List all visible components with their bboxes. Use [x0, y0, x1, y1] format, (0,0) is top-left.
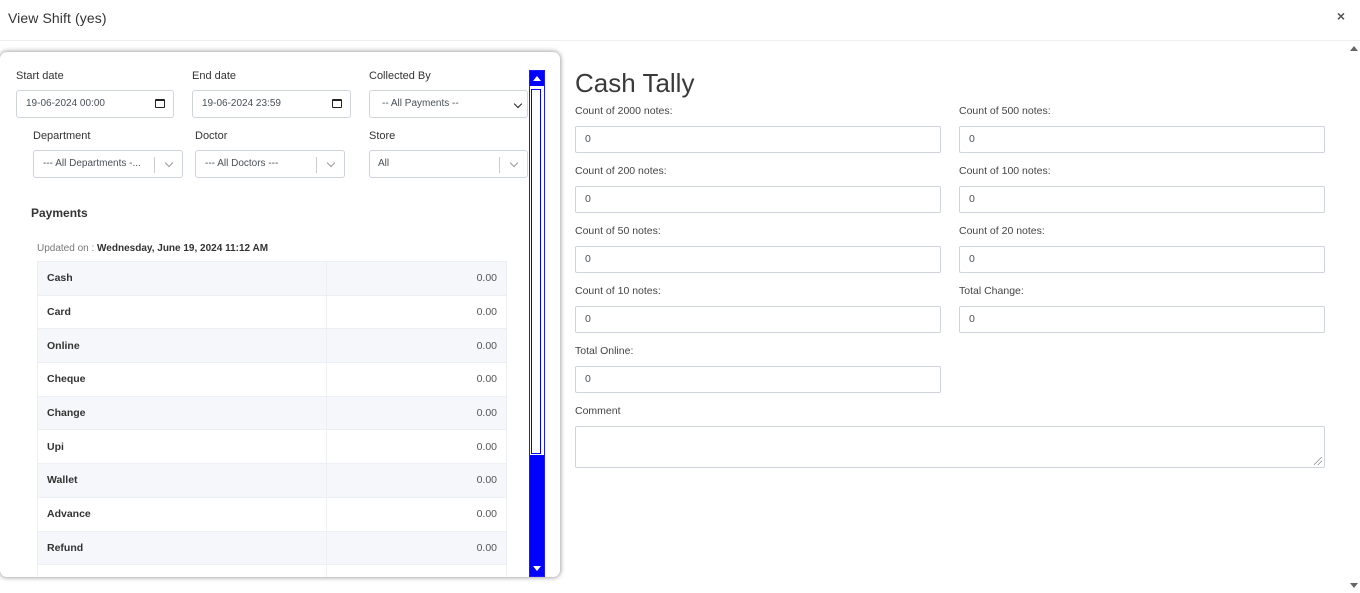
- payment-value: 0.00: [326, 328, 507, 364]
- payment-label: Advance: [37, 496, 327, 532]
- select-separator: [499, 157, 500, 173]
- payment-label: Upi: [37, 429, 327, 465]
- resize-grip-icon[interactable]: [1314, 457, 1322, 465]
- close-icon[interactable]: ×: [1334, 8, 1348, 24]
- collected-by-value: -- All Payments --: [382, 98, 459, 109]
- payment-value: 0.00: [326, 294, 507, 330]
- end-date-value: 19-06-2024 23:59: [202, 98, 281, 109]
- payment-label: Cash: [37, 261, 327, 296]
- chevron-down-icon: [326, 158, 336, 168]
- count-200-label: Count of 200 notes:: [575, 165, 667, 177]
- count-20-label: Count of 20 notes:: [959, 225, 1045, 237]
- scroll-thumb[interactable]: [530, 455, 544, 561]
- table-row: Refund 0.00: [37, 530, 507, 566]
- payment-label: Card: [37, 294, 327, 330]
- table-row: Card 0.00: [37, 294, 507, 330]
- payment-value: 0.00: [326, 261, 507, 296]
- payment-value: 0.00: [326, 496, 507, 532]
- updated-value: Wednesday, June 19, 2024 11:12 AM: [97, 243, 269, 254]
- count-100-label: Count of 100 notes:: [959, 165, 1051, 177]
- shift-filters-card: Start date 19-06-2024 00:00 End date 19-…: [0, 52, 560, 577]
- updated-on: Updated on : Wednesday, June 19, 2024 11…: [37, 243, 268, 254]
- payments-panel: Payments Updated on : Wednesday, June 19…: [16, 190, 528, 577]
- updated-prefix: Updated on :: [37, 243, 95, 254]
- count-10-input[interactable]: 0: [575, 306, 941, 333]
- payment-label: Refund: [37, 530, 327, 566]
- modal-header: View Shift (yes) ×: [0, 0, 1360, 41]
- store-value: All: [378, 158, 390, 169]
- count-500-label: Count of 500 notes:: [959, 105, 1051, 117]
- comment-label: Comment: [575, 405, 621, 417]
- triangle-down-icon: [533, 566, 541, 571]
- department-select[interactable]: --- All Departments -...: [33, 150, 183, 178]
- scroll-down-button[interactable]: [530, 561, 544, 576]
- doctor-value: --- All Doctors ---: [205, 158, 279, 169]
- count-2000-input[interactable]: 0: [575, 126, 941, 153]
- table-row: Advance 0.00: [37, 496, 507, 532]
- total-online-label: Total Online:: [575, 345, 634, 357]
- table-row: Upi 0.00: [37, 429, 507, 465]
- calendar-icon[interactable]: [332, 99, 342, 108]
- count-50-label: Count of 50 notes:: [575, 225, 661, 237]
- table-row: Wallet 0.00: [37, 463, 507, 498]
- triangle-up-icon: [533, 76, 541, 81]
- count-200-input[interactable]: 0: [575, 186, 941, 213]
- department-label: Department: [33, 130, 91, 142]
- scroll-up-button[interactable]: [530, 71, 544, 86]
- table-row: [37, 564, 507, 577]
- count-50-input[interactable]: 0: [575, 246, 941, 273]
- department-value: --- All Departments -...: [43, 158, 141, 169]
- calendar-icon[interactable]: [155, 99, 165, 108]
- store-label: Store: [369, 130, 396, 142]
- start-date-value: 19-06-2024 00:00: [26, 98, 105, 109]
- count-2000-label: Count of 2000 notes:: [575, 105, 673, 117]
- count-500-input[interactable]: 0: [959, 126, 1325, 153]
- count-100-input[interactable]: 0: [959, 186, 1325, 213]
- payment-label: Cheque: [37, 362, 327, 397]
- select-separator: [154, 157, 155, 173]
- payment-label: Online: [37, 328, 327, 364]
- payment-label: Change: [37, 395, 327, 431]
- chevron-down-icon: [164, 158, 174, 168]
- table-row: Cheque 0.00: [37, 362, 507, 397]
- end-date-label: End date: [192, 70, 237, 82]
- start-date-input[interactable]: 19-06-2024 00:00: [16, 90, 174, 118]
- payment-value: 0.00: [326, 429, 507, 465]
- doctor-select[interactable]: --- All Doctors ---: [195, 150, 345, 178]
- payments-table: Cash 0.00 Card 0.00 Online 0.00 Cheque 0.00 …: [37, 261, 507, 577]
- payment-value: 0.00: [326, 362, 507, 397]
- comment-textarea[interactable]: [575, 426, 1325, 468]
- scroll-track[interactable]: [531, 89, 541, 454]
- collected-by-select[interactable]: -- All Payments --: [369, 90, 528, 118]
- payments-scrollbar[interactable]: [529, 70, 545, 577]
- modal-title: View Shift (yes): [8, 10, 107, 26]
- chevron-down-icon: [509, 158, 519, 168]
- count-10-label: Count of 10 notes:: [575, 285, 661, 297]
- table-row: Online 0.00: [37, 328, 507, 364]
- payment-value: [326, 564, 507, 577]
- end-date-input[interactable]: 19-06-2024 23:59: [192, 90, 351, 118]
- total-online-input[interactable]: 0: [575, 366, 941, 393]
- store-select[interactable]: All: [369, 150, 528, 178]
- payment-value: 0.00: [326, 395, 507, 431]
- table-row: Cash 0.00: [37, 261, 507, 296]
- payment-label: Wallet: [37, 463, 327, 498]
- collected-by-label: Collected By: [369, 70, 431, 82]
- count-20-input[interactable]: 0: [959, 246, 1325, 273]
- doctor-label: Doctor: [195, 130, 228, 142]
- select-separator: [316, 157, 317, 173]
- scroll-down-icon[interactable]: [1350, 583, 1358, 588]
- scroll-up-icon[interactable]: [1350, 46, 1358, 51]
- payment-value: 0.00: [326, 530, 507, 566]
- chevron-down-icon: [513, 99, 523, 109]
- total-change-input[interactable]: 0: [959, 306, 1325, 333]
- payments-title: Payments: [31, 206, 88, 220]
- cash-tally-title: Cash Tally: [575, 68, 695, 98]
- page-scrollbar[interactable]: [1348, 41, 1360, 593]
- payment-label: [37, 564, 327, 577]
- table-row: Change 0.00: [37, 395, 507, 431]
- payment-value: 0.00: [326, 463, 507, 498]
- start-date-label: Start date: [16, 70, 64, 82]
- total-change-label: Total Change:: [959, 285, 1024, 297]
